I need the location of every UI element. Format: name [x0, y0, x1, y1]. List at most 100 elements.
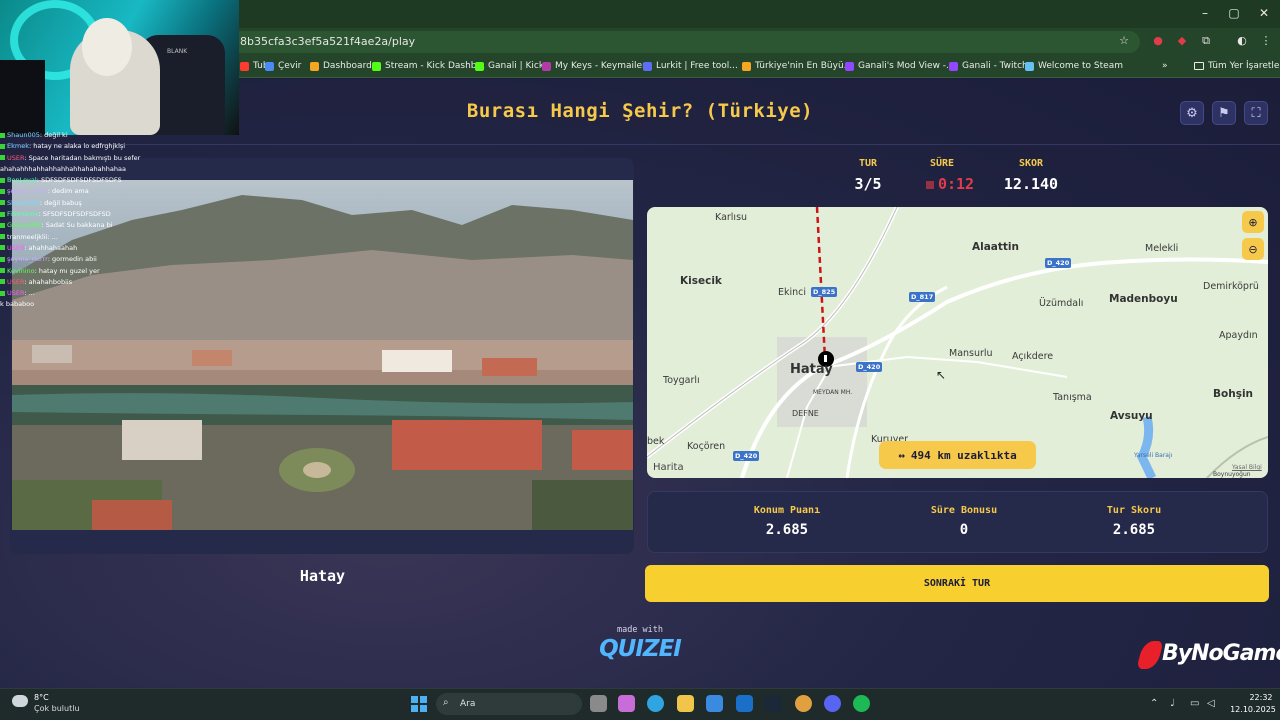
weather-temperature[interactable]: 8°C	[34, 693, 49, 702]
round-total-label: Tur Skoru	[1106, 505, 1162, 516]
attribution-text: Harita	[653, 462, 684, 473]
all-bookmarks-label: Tüm Yer İşaretleri	[1208, 61, 1280, 71]
bookmark-item[interactable]: Lurkit | Free tool...	[643, 61, 738, 71]
fullscreen-button[interactable]: ⛶	[1244, 101, 1268, 125]
timer-text: 0:12	[937, 175, 975, 193]
bookmark-label: Çevir	[278, 61, 302, 71]
chat-message: k bababoo	[0, 300, 35, 309]
bookmark-item[interactable]: Dashboard	[310, 61, 372, 71]
bookmark-item[interactable]: Türkiye'nin En Büyü...	[742, 61, 852, 71]
search-placeholder[interactable]: Ara	[460, 699, 475, 709]
chat-message: USER: ahahhahaahah	[0, 243, 160, 254]
maximize-button[interactable]: ▢	[1219, 6, 1249, 20]
bookmark-favicon	[643, 61, 652, 71]
bookmark-item[interactable]: Ganali | Kick	[475, 61, 544, 71]
bookmark-item[interactable]: Stream - Kick Dashb...	[372, 61, 485, 71]
bookmark-favicon	[310, 61, 319, 71]
minimize-button[interactable]: –	[1190, 6, 1220, 20]
road-shield: D_420	[856, 362, 883, 372]
bookmarks-overflow-icon[interactable]: »	[1162, 61, 1168, 71]
road-shield: D_825	[811, 287, 838, 297]
windows-taskbar	[0, 688, 1280, 720]
bookmark-label: Ganali | Kick	[488, 61, 545, 71]
timer-icon	[925, 181, 934, 189]
extensions-puzzle-icon[interactable]: ⧉	[1198, 33, 1214, 49]
volume-icon[interactable]: ◁	[1207, 698, 1215, 709]
mouse-cursor-icon: ↖	[936, 368, 947, 382]
chat-message: Ekmek: hatay ne alaka lo edfrghjklşi	[0, 141, 160, 152]
bookmark-label: Stream - Kick Dashb...	[385, 61, 486, 71]
bookmark-item[interactable]: Ganali's Mod View -...	[845, 61, 955, 71]
map-label: Yarseli Barajı	[1134, 452, 1173, 459]
store-icon[interactable]	[706, 695, 723, 712]
map-label: Koçören	[687, 441, 726, 452]
road-shield: D_420	[733, 451, 760, 461]
chair-brand: BLANK	[167, 48, 188, 55]
chat-message: USER: Space haritadan bakmıştı bu sefer	[0, 153, 160, 164]
result-map[interactable]: Karlısu Alaattin Melekli D_420 Kisecik E…	[647, 207, 1268, 478]
settings-button[interactable]: ⚙	[1180, 101, 1204, 125]
zoom-in-icon: ⊕	[1248, 215, 1258, 229]
clock-time[interactable]: 22:32	[1242, 693, 1280, 702]
distance-badge: ↔ 494 km uzaklıkta	[879, 441, 1036, 469]
time-label: SÜRE	[929, 158, 955, 169]
profile-avatar[interactable]: ◐	[1234, 33, 1250, 49]
close-window-button[interactable]: ✕	[1249, 6, 1279, 20]
chat-message: Fiboname: SFSDFSDFSDFSDFSD	[0, 209, 160, 220]
zoom-out-button[interactable]: ⊖	[1242, 238, 1264, 260]
webcam-overlay: BLANK	[0, 0, 239, 135]
map-label: Boynuyoğun	[1213, 471, 1251, 478]
road-shield: D_420	[1045, 258, 1072, 268]
tray-overflow-icon[interactable]: ⌃	[1150, 698, 1158, 709]
chat-message: şeyma_nurrr: gormedin abii	[0, 254, 160, 265]
weather-description[interactable]: Çok bulutlu	[34, 704, 80, 713]
extension-icon[interactable]: ◆	[1174, 33, 1190, 49]
chat-message: tranmeeljklii: ...	[0, 232, 160, 243]
bookmark-favicon	[475, 61, 484, 71]
spotify-icon[interactable]	[853, 695, 870, 712]
chat-message: Shaun005: değil ki	[0, 130, 160, 141]
network-icon[interactable]: ▭	[1190, 698, 1199, 709]
bookmark-item[interactable]: Welcome to Steam	[1025, 61, 1123, 71]
all-bookmarks-item[interactable]: Tüm Yer İşaretleri	[1194, 61, 1280, 71]
copilot-icon[interactable]	[618, 695, 635, 712]
report-button[interactable]: ⚑	[1212, 101, 1236, 125]
settings-icon: ⚙	[1186, 105, 1198, 121]
bookmark-label: Lurkit | Free tool...	[656, 61, 738, 71]
discord-icon[interactable]	[824, 695, 841, 712]
bookmark-favicon	[1025, 61, 1034, 71]
taskbar-search[interactable]	[436, 693, 582, 715]
url-text[interactable]: 8b35cfa3c3ef5a521f4ae2a/play	[240, 35, 415, 48]
outlook-icon[interactable]	[736, 695, 753, 712]
legal-link[interactable]: Yasal Bilgi	[1232, 464, 1262, 471]
edge-browser-icon[interactable]	[647, 695, 664, 712]
bookmark-label: Ganali - Twitch	[962, 61, 1028, 71]
score-label: SKOR	[1018, 158, 1044, 169]
windows-start-icon[interactable]	[411, 696, 427, 712]
bookmark-item[interactable]: Çevir	[265, 61, 301, 71]
chrome-icon[interactable]	[795, 695, 812, 712]
microphone-icon[interactable]: ♩	[1170, 698, 1175, 709]
bookmark-label: Ganali's Mod View -...	[858, 61, 955, 71]
map-label: Alaattin	[972, 241, 1020, 253]
next-round-button[interactable]: SONRAKİ TUR	[645, 565, 1269, 602]
zoom-in-button[interactable]: ⊕	[1242, 211, 1264, 233]
steam-icon[interactable]	[765, 695, 782, 712]
bookmark-star-icon[interactable]: ☆	[1116, 33, 1132, 49]
header-divider	[0, 144, 1280, 145]
chat-message: ahahahhhahhahhahhahhahahahhahaa	[0, 164, 126, 173]
clock-date[interactable]: 12.10.2025	[1226, 705, 1280, 714]
extension-icon[interactable]: ●	[1150, 33, 1166, 49]
sponsor-logo: ByNoGame	[1162, 641, 1280, 666]
chat-message: Shaun005: değil babuş	[0, 198, 160, 209]
distance-text: 494 km uzaklıkta	[910, 448, 1017, 462]
file-explorer-icon[interactable]	[677, 695, 694, 712]
task-view-icon[interactable]	[590, 695, 607, 712]
bookmark-item[interactable]: Ganali - Twitch	[949, 61, 1028, 71]
map-label: Tanışma	[1053, 392, 1092, 403]
weather-cloud-icon[interactable]	[12, 695, 28, 707]
bookmark-item[interactable]: My Keys - Keymailer	[542, 61, 646, 71]
browser-menu-icon[interactable]: ⋮	[1258, 33, 1274, 49]
quizei-logo[interactable]: QUIZEI	[590, 636, 690, 662]
fullscreen-icon: ⛶	[1251, 105, 1261, 121]
